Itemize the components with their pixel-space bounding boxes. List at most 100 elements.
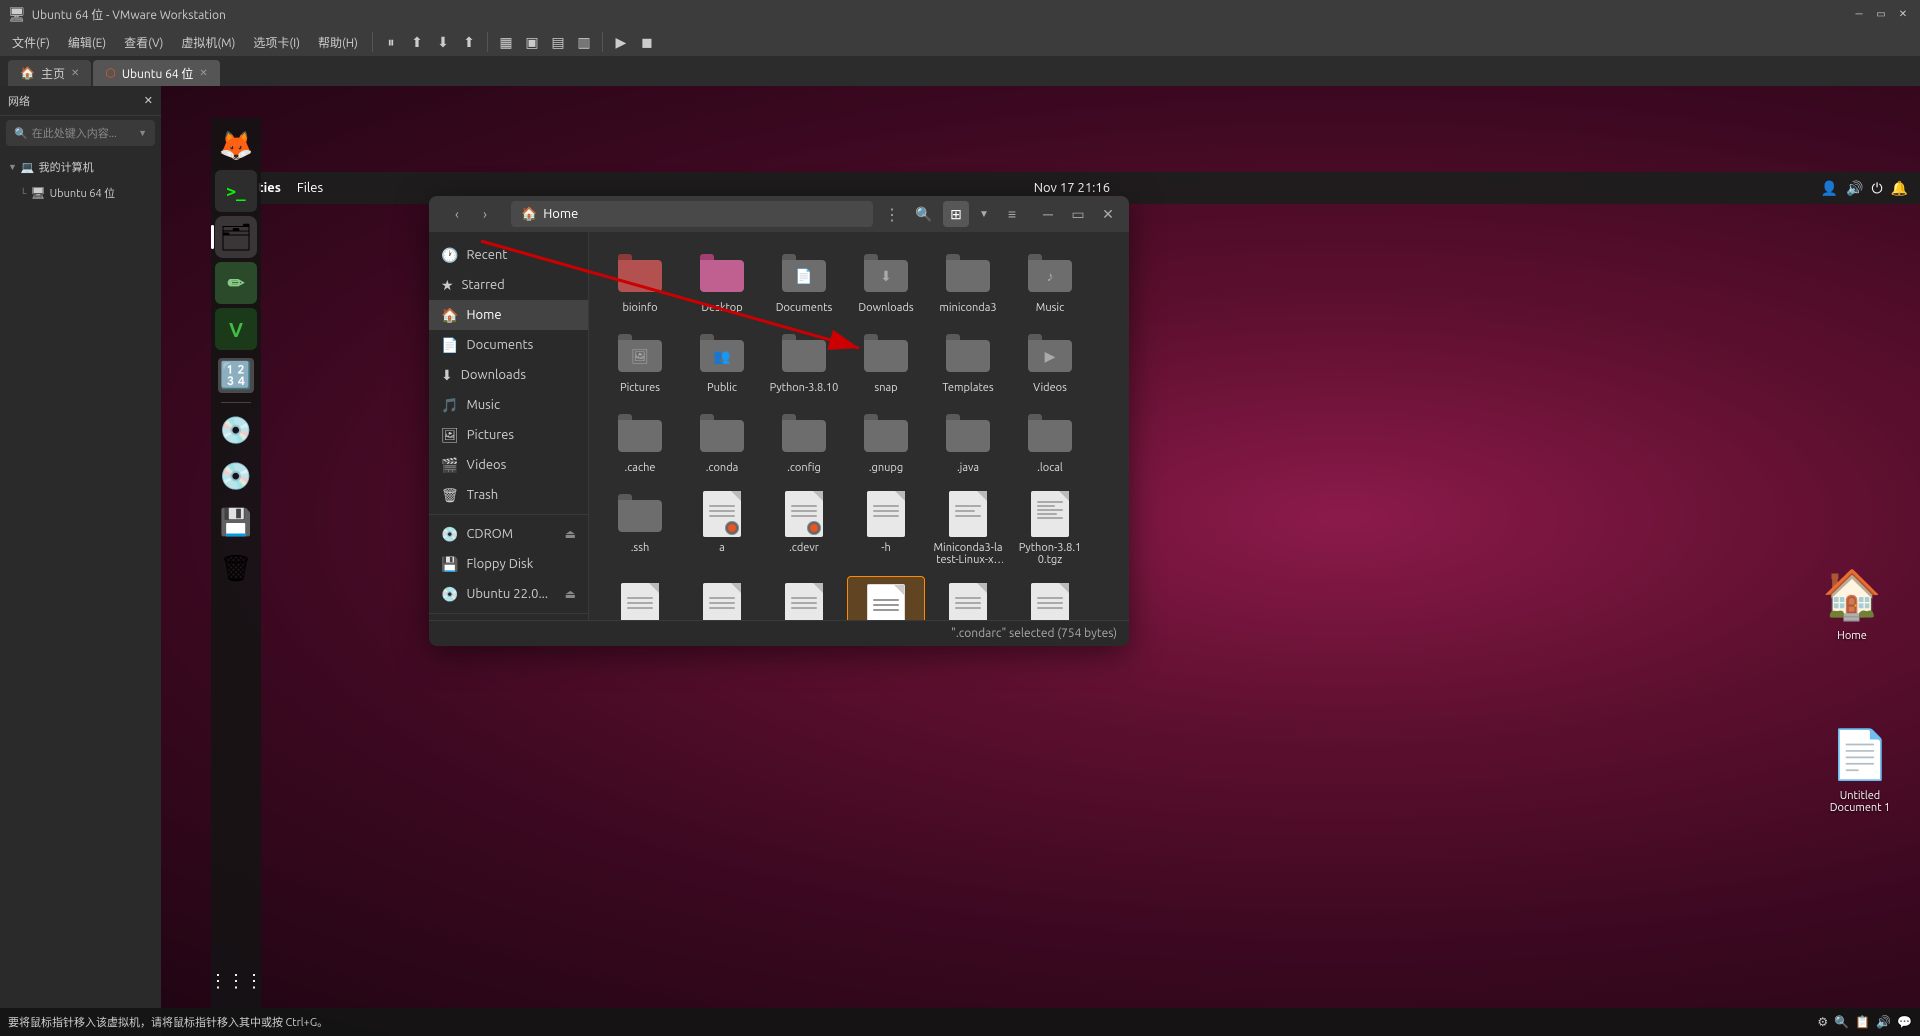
dock-calculator[interactable]: 🔢 (215, 354, 257, 396)
fm-menu-btn[interactable]: ⋮ (879, 201, 905, 227)
toolbar-btn-8[interactable]: ▶ (609, 30, 633, 54)
dock-firefox[interactable]: 🦊 (215, 124, 257, 166)
fm-sidebar-videos[interactable]: 🎬 Videos (429, 450, 588, 480)
file-snap[interactable]: snap (847, 324, 925, 400)
file-h[interactable]: -h (847, 484, 925, 572)
sidebar-item-mypc[interactable]: ▼ 💻 我的计算机 (0, 154, 161, 180)
sidebar-item-ubuntu[interactable]: └ 🖥 Ubuntu 64 位 (0, 180, 161, 206)
cdrom-eject-btn[interactable]: ⏏ (565, 527, 576, 541)
file-config[interactable]: .config (765, 404, 843, 480)
toolbar-btn-3[interactable]: ⬆ (457, 30, 481, 54)
fm-sidebar-downloads[interactable]: ⬇ Downloads (429, 360, 588, 390)
sidebar-search-box[interactable]: 🔍 在此处键入内容... ▼ (6, 120, 155, 146)
file-templates[interactable]: Templates (929, 324, 1007, 400)
toolbar-btn-7[interactable]: ▥ (572, 30, 596, 54)
menu-vm[interactable]: 虚拟机(M) (173, 32, 243, 53)
file-videos[interactable]: ▶ Videos (1011, 324, 1089, 400)
fm-sidebar-starred[interactable]: ★ Starred (429, 270, 588, 300)
tab-ubuntu-close[interactable]: ✕ (199, 67, 207, 79)
dock-editor[interactable]: ✏ (215, 262, 257, 304)
fm-sidebar-music[interactable]: 🎵 Music (429, 390, 588, 420)
fm-sidebar-floppy[interactable]: 💾 Floppy Disk (429, 549, 588, 579)
dock-vim[interactable]: V (215, 308, 257, 350)
fm-sidebar-documents[interactable]: 📄 Documents (429, 330, 588, 360)
toolbar-btn-5[interactable]: ▣ (520, 30, 544, 54)
fm-grid-view-btn[interactable]: ⊞ (943, 201, 969, 227)
dock-files[interactable]: 🗂 (215, 216, 257, 258)
vmware-close-btn[interactable]: ✕ (1894, 5, 1912, 23)
fm-sidebar-home[interactable]: 🏠 Home (429, 300, 588, 330)
file-gnupg[interactable]: .gnupg (847, 404, 925, 480)
menu-tab[interactable]: 选项卡(I) (245, 32, 308, 53)
fm-sidebar-trash[interactable]: 🗑 Trash (429, 480, 588, 510)
tab-home[interactable]: 🏠 主页 ✕ (8, 60, 91, 86)
file-profile[interactable]: .profile (929, 576, 1007, 620)
dock-cd1[interactable]: 💿 (215, 409, 257, 451)
menu-edit[interactable]: 编辑(E) (60, 32, 114, 53)
tab-ubuntu[interactable]: ⬡ Ubuntu 64 位 ✕ (93, 60, 219, 86)
dock-floppy[interactable]: 💾 (215, 501, 257, 543)
file-cdevr[interactable]: .cdevr (765, 484, 843, 572)
toolbar-btn-4[interactable]: ▦ (494, 30, 518, 54)
power-btn[interactable]: ⏸ (379, 30, 403, 54)
fm-sidebar-ubuntu22[interactable]: 💿 Ubuntu 22.0... ⏏ (429, 579, 588, 609)
fm-forward-btn[interactable]: › (473, 202, 497, 226)
file-conda[interactable]: .conda (683, 404, 761, 480)
file-miniconda3[interactable]: miniconda3 (929, 244, 1007, 320)
file-music[interactable]: ♪ Music (1011, 244, 1089, 320)
bioinfo-label: bioinfo (622, 302, 657, 314)
file-documents[interactable]: 📄 Documents (765, 244, 843, 320)
path-home-label: Home (543, 207, 578, 221)
fm-sidebar-recent[interactable]: 🕐 Recent (429, 240, 588, 270)
menu-help[interactable]: 帮助(H) (310, 32, 366, 53)
file-public[interactable]: 👥 Public (683, 324, 761, 400)
tab-home-close[interactable]: ✕ (71, 67, 79, 79)
file-bash-history[interactable]: .bash_history (601, 576, 679, 620)
fm-search-btn[interactable]: 🔍 (911, 201, 937, 227)
sidebar-search-arrow[interactable]: ▼ (138, 128, 147, 138)
dock-apps-grid[interactable]: ⋮⋮⋮ (215, 960, 257, 1002)
toolbar-btn-2[interactable]: ⬇ (431, 30, 455, 54)
file-java[interactable]: .java (929, 404, 1007, 480)
file-ssh[interactable]: .ssh (601, 484, 679, 572)
dock-trash[interactable]: 🗑 (215, 547, 257, 589)
fm-sidebar-cdrom[interactable]: 💿 CDROM ⏏ (429, 519, 588, 549)
dock-cd2[interactable]: 💿 (215, 455, 257, 497)
file-cache[interactable]: .cache (601, 404, 679, 480)
dock-terminal[interactable]: >_ (215, 170, 257, 212)
fm-minimize-btn[interactable]: ─ (1035, 201, 1061, 227)
network-icon: 👤 (1821, 180, 1838, 197)
fm-view-dropdown-btn[interactable]: ▼ (971, 201, 997, 227)
file-desktop[interactable]: Desktop (683, 244, 761, 320)
file-pictures[interactable]: 🖼 Pictures (601, 324, 679, 400)
file-local[interactable]: .local (1011, 404, 1089, 480)
file-bash-logout[interactable]: .bash_logout (683, 576, 761, 620)
sidebar-close-btn[interactable]: ✕ (144, 94, 153, 107)
file-bashrc[interactable]: .bashrc (765, 576, 843, 620)
file-downloads[interactable]: ⬇ Downloads (847, 244, 925, 320)
file-condarc[interactable]: .condarc (847, 576, 925, 620)
menu-view[interactable]: 查看(V) (116, 32, 171, 53)
file-python[interactable]: Python-3.8.10 (765, 324, 843, 400)
fm-sidebar-pictures[interactable]: 🖼 Pictures (429, 420, 588, 450)
vmware-minimize-btn[interactable]: ─ (1850, 5, 1868, 23)
fm-path-bar[interactable]: 🏠 Home (511, 201, 873, 227)
file-python-tgz[interactable]: Python-3.8.10.tgz (1011, 484, 1089, 572)
toolbar-btn-6[interactable]: ▤ (546, 30, 570, 54)
fm-list-view-btn[interactable]: ≡ (999, 201, 1025, 227)
vmware-restore-btn[interactable]: ▭ (1872, 5, 1890, 23)
fm-close-btn[interactable]: ✕ (1095, 201, 1121, 227)
file-a[interactable]: a (683, 484, 761, 572)
toolbar-btn-1[interactable]: ⬆ (405, 30, 429, 54)
ubuntu22-eject-btn[interactable]: ⏏ (565, 587, 576, 601)
desktop-icon-home[interactable]: 🏠 Home (1814, 556, 1890, 648)
fm-maximize-btn[interactable]: ▭ (1065, 201, 1091, 227)
toolbar-btn-9[interactable]: ◼ (635, 30, 659, 54)
menu-file[interactable]: 文件(F) (4, 32, 58, 53)
notifications-icon[interactable]: 🔔 (1891, 180, 1908, 197)
desktop-icon-untitled-doc[interactable]: 📄 Untitled Document 1 (1822, 716, 1898, 820)
file-python-history[interactable]: .python_history (1011, 576, 1089, 620)
file-miniconda3-installer[interactable]: Miniconda3-latest-Linux-x86... (929, 484, 1007, 572)
file-bioinfo[interactable]: bioinfo (601, 244, 679, 320)
fm-back-btn[interactable]: ‹ (445, 202, 469, 226)
